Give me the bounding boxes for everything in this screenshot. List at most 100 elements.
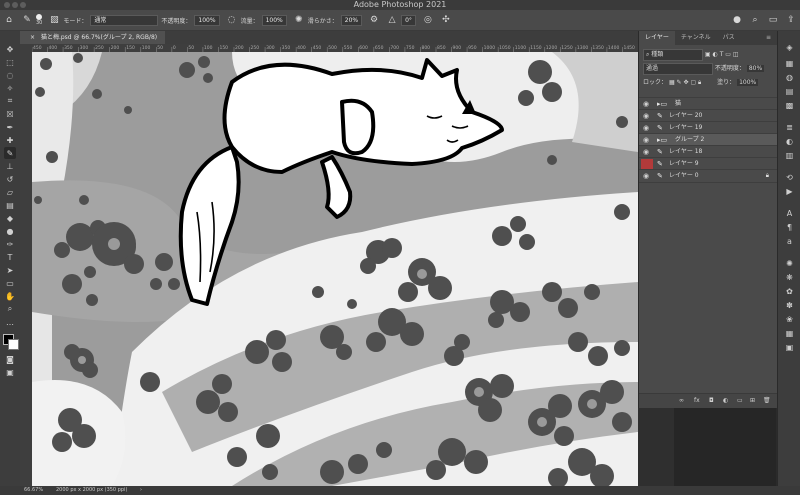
actions-icon[interactable]: ▶: [783, 185, 796, 197]
brush-tool-icon[interactable]: ✎: [4, 147, 16, 159]
lock-pixels-icon[interactable]: ✎: [677, 79, 682, 86]
lock-position-icon[interactable]: ✥: [683, 79, 688, 86]
clone-stamp-tool-icon[interactable]: ⊥: [4, 160, 16, 172]
crop-tool-icon[interactable]: ⌗: [4, 95, 16, 107]
document-info[interactable]: 2000 px x 2000 px (350 ppi): [56, 486, 127, 495]
background-color-swatch[interactable]: [8, 339, 19, 350]
link-layers-icon[interactable]: ∞: [679, 397, 684, 404]
blend-mode-select[interactable]: 通過: [643, 63, 713, 75]
airbrush-icon[interactable]: ✺: [293, 14, 305, 26]
hidden-layer-marker[interactable]: [641, 159, 653, 169]
filter-type-icon[interactable]: T: [720, 51, 724, 58]
channels-panel-icon[interactable]: ❀: [783, 313, 796, 325]
user-icon[interactable]: ●: [731, 14, 743, 26]
document-tab[interactable]: × 猫と梅.psd @ 66.7%(グループ 2, RGB/8): [20, 31, 166, 44]
frame-tool-icon[interactable]: ☒: [4, 108, 16, 120]
smoothing-settings-icon[interactable]: ⚙: [368, 14, 380, 26]
zoom-tool-icon[interactable]: ⌕: [4, 303, 16, 315]
properties-icon[interactable]: ≣: [783, 121, 796, 133]
pressure-size-icon[interactable]: ◎: [422, 14, 434, 26]
lasso-tool-icon[interactable]: ◌: [4, 69, 16, 81]
add-mask-icon[interactable]: ◘: [709, 397, 714, 404]
visibility-eye-icon[interactable]: ◉: [643, 170, 649, 182]
marquee-tool-icon[interactable]: ⬚: [4, 56, 16, 68]
fx-icon[interactable]: fx: [694, 397, 700, 404]
workspace-icon[interactable]: ▭: [767, 14, 779, 26]
shape-tool-icon[interactable]: ▭: [4, 277, 16, 289]
history-brush-tool-icon[interactable]: ↺: [4, 173, 16, 185]
fill-input[interactable]: 100%: [737, 79, 759, 86]
screen-mode-icon[interactable]: ▣: [4, 366, 16, 378]
move-tool-icon[interactable]: ✥: [4, 43, 16, 55]
libraries-icon[interactable]: ▥: [783, 149, 796, 161]
brush-settings-icon[interactable]: ▧: [48, 14, 60, 26]
pen-tool-icon[interactable]: ✑: [4, 238, 16, 250]
healing-brush-tool-icon[interactable]: ✚: [4, 134, 16, 146]
mode-select[interactable]: 通常: [90, 14, 159, 26]
share-icon[interactable]: ⇪: [785, 14, 797, 26]
gradient-tool-icon[interactable]: ▤: [4, 199, 16, 211]
filter-smart-icon[interactable]: ◫: [733, 51, 739, 58]
eraser-tool-icon[interactable]: ▱: [4, 186, 16, 198]
brush-settings-panel-icon[interactable]: ❋: [783, 271, 796, 283]
home-icon[interactable]: ⌂: [3, 14, 15, 26]
paths-panel-icon[interactable]: ✽: [783, 299, 796, 311]
path-select-tool-icon[interactable]: ➤: [4, 264, 16, 276]
lock-transparency-icon[interactable]: ▦: [669, 79, 675, 86]
smoothing-input[interactable]: 20%: [340, 14, 363, 26]
blur-tool-icon[interactable]: ◆: [4, 212, 16, 224]
tab-channels[interactable]: チャンネル: [675, 31, 717, 45]
layers-panel-icon[interactable]: ◈: [783, 41, 796, 53]
symmetry-icon[interactable]: ✣: [440, 14, 452, 26]
swatches-icon[interactable]: ▦: [783, 57, 796, 69]
glyphs-icon[interactable]: a: [783, 235, 796, 247]
navigator-icon[interactable]: ▦: [783, 327, 796, 339]
panel-menu-icon[interactable]: ≡: [760, 31, 777, 45]
type-tool-icon[interactable]: T: [4, 251, 16, 263]
ruler-tick-label: 650: [375, 45, 384, 51]
filter-adjust-icon[interactable]: ◐: [713, 51, 718, 58]
eyedropper-tool-icon[interactable]: ✒: [4, 121, 16, 133]
clone-source-icon[interactable]: ✿: [783, 285, 796, 297]
opacity-input[interactable]: 100%: [194, 14, 220, 26]
patterns-icon[interactable]: ▩: [783, 99, 796, 111]
ruler-tick-label: 1250: [561, 45, 573, 51]
dodge-tool-icon[interactable]: ●: [4, 225, 16, 237]
lock-artboard-icon[interactable]: ▢: [690, 79, 696, 86]
character-icon[interactable]: A: [783, 207, 796, 219]
adjustments-icon[interactable]: ◐: [783, 135, 796, 147]
close-tab-icon[interactable]: ×: [30, 34, 35, 41]
quick-select-tool-icon[interactable]: ✧: [4, 82, 16, 94]
brush-size-picker[interactable]: 30: [36, 14, 42, 26]
status-menu-icon[interactable]: ›: [140, 486, 142, 495]
brush-tool-preset-icon[interactable]: ✎: [21, 14, 33, 26]
tab-layers[interactable]: レイヤー: [639, 31, 675, 45]
paragraph-icon[interactable]: ¶: [783, 221, 796, 233]
layer-row[interactable]: ◉ ✎ レイヤー 0 🔒︎: [639, 169, 777, 183]
brushes-icon[interactable]: ✺: [783, 257, 796, 269]
zoom-level[interactable]: 66.67%: [24, 486, 43, 495]
search-icon[interactable]: ⌕: [749, 14, 761, 26]
layer-opacity-input[interactable]: 80%: [746, 65, 765, 72]
quick-mask-icon[interactable]: ◙: [4, 353, 16, 365]
filter-shape-icon[interactable]: ▭: [725, 51, 731, 58]
gradient-panel-icon[interactable]: ▤: [783, 85, 796, 97]
angle-input[interactable]: 0°: [401, 14, 416, 26]
history-icon[interactable]: ⟲: [783, 171, 796, 183]
document-canvas[interactable]: [32, 52, 638, 486]
lock-all-icon[interactable]: 🔒︎: [698, 79, 701, 86]
hand-tool-icon[interactable]: ✋: [4, 290, 16, 302]
layer-filter-select[interactable]: ⌕ 種類: [643, 49, 703, 61]
filter-pixel-icon[interactable]: ▣: [705, 51, 711, 58]
ruler-tick-label: 850: [437, 45, 446, 51]
pressure-opacity-icon[interactable]: ◌: [226, 14, 238, 26]
more-tools-icon[interactable]: …: [4, 316, 16, 328]
new-layer-icon[interactable]: ⊞: [750, 397, 755, 404]
delete-layer-icon[interactable]: 🗑︎: [763, 397, 771, 404]
adjustment-layer-icon[interactable]: ◐: [723, 397, 728, 404]
color-icon[interactable]: ◍: [783, 71, 796, 83]
tab-paths[interactable]: パス: [717, 31, 741, 45]
new-group-icon[interactable]: ▭: [737, 397, 743, 404]
flow-input[interactable]: 100%: [261, 14, 287, 26]
info-icon[interactable]: ▣: [783, 341, 796, 353]
